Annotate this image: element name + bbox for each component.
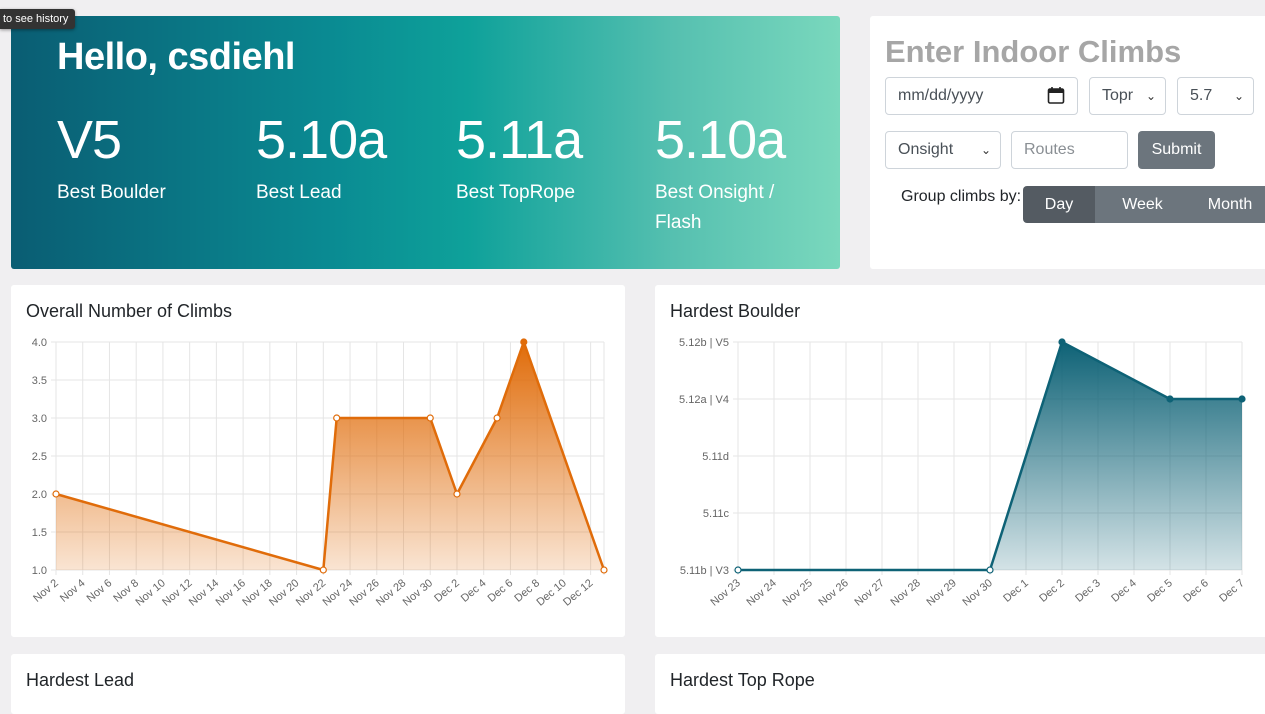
x-tick-label: Nov 26: [817, 577, 851, 609]
x-tick-label: Dec 4: [1109, 577, 1139, 605]
y-tick-label: 1.5: [32, 527, 47, 539]
x-tick-label: Dec 4: [459, 577, 489, 605]
grade-select[interactable]: 5.7 ⌄: [1177, 77, 1254, 115]
data-point: [734, 566, 742, 574]
x-tick-label: Dec 7: [1217, 577, 1247, 605]
x-tick-label: Dec 5: [1145, 577, 1175, 605]
x-tick-label: Dec 2: [432, 577, 462, 605]
routes-placeholder: Routes: [1024, 141, 1075, 158]
x-tick-label: Nov 4: [58, 577, 88, 605]
stat-value: V5: [57, 110, 122, 170]
y-tick-label: 5.11d: [702, 451, 729, 463]
group-day-button[interactable]: Day: [1023, 186, 1095, 223]
data-point: [520, 338, 528, 346]
calendar-icon[interactable]: [1047, 78, 1065, 128]
form-title: Enter Indoor Climbs: [885, 34, 1182, 69]
stat-best-onsight: 5.10a Best Onsight / Flash: [655, 108, 825, 238]
x-tick-label: Dec 2: [1037, 577, 1067, 605]
x-tick-label: Nov 25: [781, 577, 815, 609]
x-tick-label: Nov 27: [853, 577, 887, 609]
y-tick-label: 5.12b | V5: [679, 337, 729, 349]
chart-card-lead: Hardest Lead: [11, 654, 625, 714]
y-tick-label: 3.5: [32, 375, 47, 387]
x-tick-label: Nov 23: [709, 577, 743, 609]
climb-type-value: Topr: [1102, 87, 1134, 104]
chart-title: Hardest Lead: [26, 670, 135, 690]
stat-best-boulder: V5 Best Boulder: [57, 108, 247, 208]
x-tick-label: Nov 30: [961, 577, 995, 609]
y-tick-label: 3.0: [32, 413, 47, 425]
chart-card-toprope: Hardest Top Rope: [655, 654, 1265, 714]
x-tick-label: Dec 6: [1181, 577, 1211, 605]
submit-button[interactable]: Submit: [1138, 131, 1215, 169]
y-tick-label: 5.12a | V4: [679, 394, 729, 406]
x-tick-label: Dec 1: [1001, 577, 1031, 605]
x-tick-label: Nov 24: [745, 577, 779, 609]
date-placeholder: mm/dd/yyyy: [898, 87, 984, 104]
stat-label: Best Lead: [256, 182, 342, 203]
data-point: [1058, 338, 1066, 346]
x-tick-label: Dec 6: [486, 577, 516, 605]
stat-label: Best TopRope: [456, 182, 576, 203]
data-point: [1238, 395, 1246, 403]
y-tick-label: 5.11c: [703, 508, 730, 520]
y-tick-label: 2.5: [32, 451, 47, 463]
stat-label: Best Onsight / Flash: [655, 182, 775, 233]
chart-title: Hardest Boulder: [670, 301, 801, 321]
x-tick-label: Nov 29: [925, 577, 959, 609]
chevron-down-icon: ⌄: [1233, 89, 1244, 103]
stats-banner: Hello, csdiehl V5 Best Boulder 5.10a Bes…: [11, 16, 840, 269]
y-tick-label: 2.0: [32, 489, 47, 501]
y-tick-label: 4.0: [32, 337, 47, 349]
stat-value: 5.10a: [655, 110, 786, 170]
stat-best-toprope: 5.11a Best TopRope: [456, 108, 646, 208]
x-tick-label: Dec 12: [561, 577, 595, 609]
group-month-button[interactable]: Month: [1190, 186, 1265, 223]
y-tick-label: 1.0: [32, 565, 47, 577]
data-point: [1166, 395, 1174, 403]
chevron-down-icon: ⌄: [1145, 89, 1156, 103]
style-value: Onsight: [898, 141, 954, 158]
group-week-button[interactable]: Week: [1095, 186, 1190, 223]
chevron-down-icon: ⌄: [980, 143, 991, 157]
data-point: [52, 490, 60, 498]
stat-value: 5.11a: [456, 110, 583, 170]
y-tick-label: 5.11b | V3: [680, 565, 729, 577]
x-tick-label: Nov 28: [889, 577, 923, 609]
data-point: [319, 566, 327, 574]
greeting: Hello, csdiehl: [57, 36, 295, 78]
chart-title: Hardest Top Rope: [670, 670, 815, 690]
chart-card-boulder: 5.12b | V5 5.12a | V4 5.11d 5.11c 5.11b | V3…: [655, 285, 1265, 637]
style-select[interactable]: Onsight ⌄: [885, 131, 1001, 169]
stat-best-lead: 5.10a Best Lead: [256, 108, 446, 208]
group-by-label: Group climbs by:: [901, 188, 1022, 205]
data-point: [453, 490, 461, 498]
enter-climbs-form: Enter Indoor Climbs mm/dd/yyyy Topr ⌄ 5.…: [870, 16, 1265, 269]
climb-type-select[interactable]: Topr ⌄: [1089, 77, 1166, 115]
data-point: [493, 414, 501, 422]
routes-input[interactable]: Routes: [1011, 131, 1128, 169]
data-point: [333, 414, 341, 422]
data-point: [600, 566, 608, 574]
date-input[interactable]: mm/dd/yyyy: [885, 77, 1078, 115]
stat-label: Best Boulder: [57, 182, 166, 203]
overall-climbs-chart: 4.0 3.5 3.0 2.5 2.0 1.5 1.0Nov 2Nov 4Nov 6 Nov …: [31, 337, 608, 609]
grade-value: 5.7: [1190, 87, 1213, 104]
stat-value: 5.10a: [256, 110, 387, 170]
x-tick-label: Nov 2: [31, 577, 61, 605]
history-tooltip: to see history: [0, 9, 76, 29]
x-tick-label: Nov 30: [401, 577, 435, 609]
x-tick-label: Nov 6: [85, 577, 115, 605]
chart-card-overall: 4.0 3.5 3.0 2.5 2.0 1.5 1.0 Nov 2 Nov 4 Nov 6 Nov …: [11, 285, 625, 637]
x-tick-label: Dec 3: [1073, 577, 1103, 605]
hardest-boulder-chart: 5.12b | V5 5.12a | V4 5.11d 5.11c 5.11b | V3…: [679, 337, 1247, 609]
chart-title: Overall Number of Climbs: [26, 301, 233, 321]
data-point: [986, 566, 994, 574]
data-point: [426, 414, 434, 422]
group-by-toggle: Day Week Month: [1023, 186, 1265, 223]
